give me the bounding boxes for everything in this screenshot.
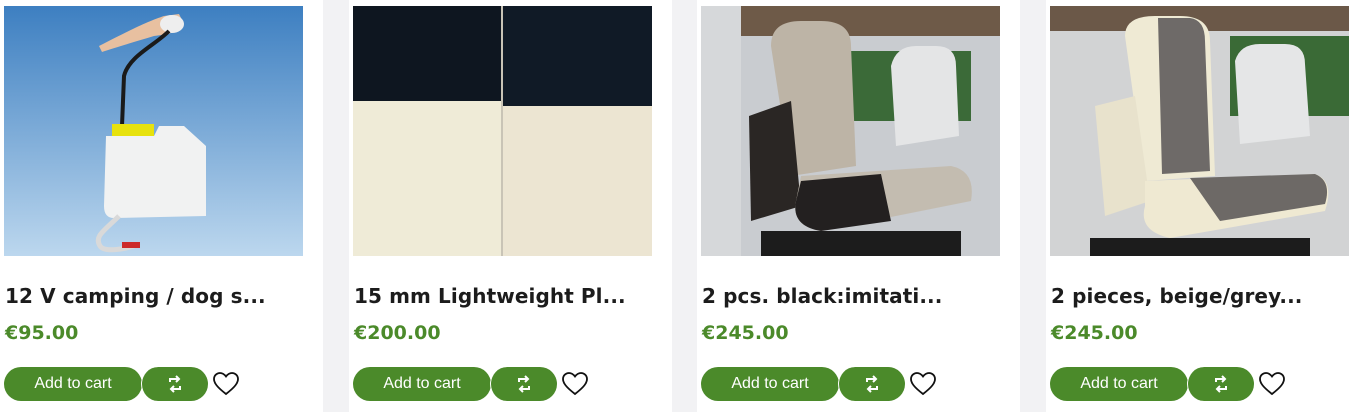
compare-arrows-icon <box>169 375 181 393</box>
compare-button[interactable] <box>490 367 557 401</box>
product-title[interactable]: 15 mm Lightweight Pl... <box>354 284 654 308</box>
product-title[interactable]: 12 V camping / dog s... <box>5 284 305 308</box>
compare-button[interactable] <box>1187 367 1254 401</box>
wishlist-button[interactable] <box>560 369 590 399</box>
product-card: 12 V camping / dog s... €95.00 Add to ca… <box>0 0 323 412</box>
heart-outline-icon <box>1259 372 1285 396</box>
wishlist-button[interactable] <box>908 369 938 399</box>
product-image[interactable] <box>4 6 303 256</box>
product-price: €245.00 <box>1051 322 1138 344</box>
add-to-cart-button[interactable]: Add to cart <box>353 367 491 401</box>
product-card: 15 mm Lightweight Pl... €200.00 Add to c… <box>349 0 672 412</box>
compare-button[interactable] <box>141 367 208 401</box>
product-image[interactable] <box>353 6 652 256</box>
wishlist-button[interactable] <box>211 369 241 399</box>
product-price: €200.00 <box>354 322 441 344</box>
heart-outline-icon <box>562 372 588 396</box>
wishlist-button[interactable] <box>1257 369 1287 399</box>
add-to-cart-button[interactable]: Add to cart <box>4 367 142 401</box>
product-price: €95.00 <box>5 322 79 344</box>
product-price: €245.00 <box>702 322 789 344</box>
compare-arrows-icon <box>1215 375 1227 393</box>
add-to-cart-button[interactable]: Add to cart <box>701 367 839 401</box>
compare-button[interactable] <box>838 367 905 401</box>
compare-arrows-icon <box>518 375 530 393</box>
product-title[interactable]: 2 pieces, beige/grey... <box>1051 284 1351 308</box>
add-to-cart-button[interactable]: Add to cart <box>1050 367 1188 401</box>
product-card: 2 pieces, beige/grey... €245.00 Add to c… <box>1046 0 1357 412</box>
product-card: 2 pcs. black:imitati... €245.00 Add to c… <box>697 0 1020 412</box>
heart-outline-icon <box>910 372 936 396</box>
product-image[interactable] <box>1050 6 1349 256</box>
heart-outline-icon <box>213 372 239 396</box>
compare-arrows-icon <box>866 375 878 393</box>
product-title[interactable]: 2 pcs. black:imitati... <box>702 284 1002 308</box>
product-image[interactable] <box>701 6 1000 256</box>
